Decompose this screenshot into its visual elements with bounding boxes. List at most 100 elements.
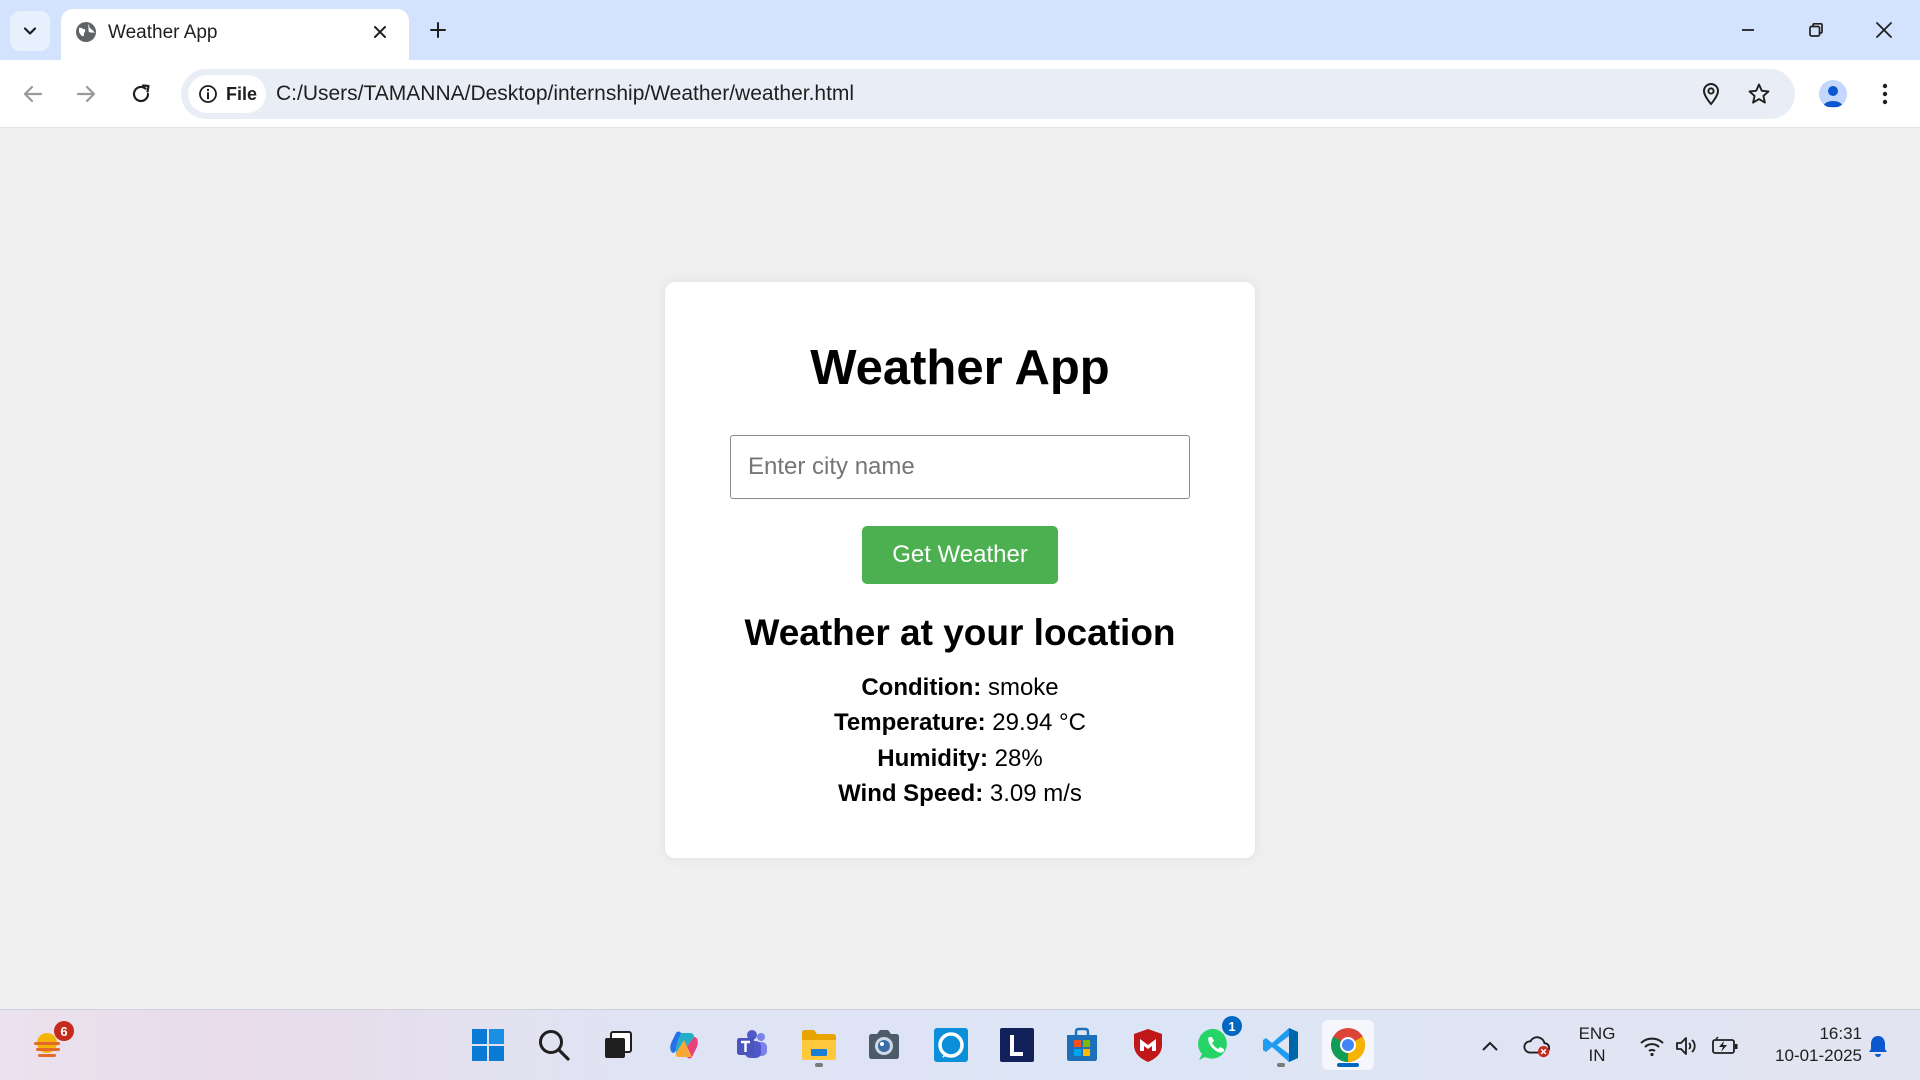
wind-speed-label: Wind Speed: <box>838 780 984 807</box>
get-weather-button[interactable]: Get Weather <box>862 526 1058 584</box>
region-code: IN <box>1588 1046 1606 1065</box>
weather-card: Weather App Get Weather Weather at your … <box>665 282 1255 858</box>
page-title: Weather App <box>810 341 1110 395</box>
wind-speed-value: 3.09 m/s <box>989 780 1082 807</box>
file-explorer-app[interactable] <box>794 1020 844 1070</box>
input-language[interactable]: ENG IN <box>1577 1023 1617 1067</box>
vscode-app[interactable] <box>1256 1020 1306 1070</box>
site-chip-label: File <box>226 83 258 104</box>
clock-date: 10-01-2025 <box>1775 1046 1862 1065</box>
location-pin-icon <box>1702 83 1720 106</box>
volume-status[interactable] <box>1672 1032 1700 1060</box>
alexa-app[interactable] <box>926 1020 976 1070</box>
condition-row: Condition: smoke <box>665 674 1255 702</box>
humidity-row: Humidity: 28% <box>665 745 1255 773</box>
battery-status[interactable] <box>1711 1032 1739 1060</box>
reload-button[interactable] <box>121 74 161 114</box>
camera-app[interactable] <box>859 1020 909 1070</box>
whatsapp-badge: 1 <box>1222 1016 1242 1036</box>
weather-widget[interactable]: 6 <box>22 1020 74 1070</box>
browser-tab[interactable]: Weather App <box>61 9 409 60</box>
condition-value: smoke <box>987 674 1059 701</box>
avatar <box>1819 80 1847 108</box>
tab-strip: Weather App <box>0 0 1920 60</box>
tab-close-button[interactable] <box>367 19 393 45</box>
city-search-input[interactable] <box>730 435 1190 499</box>
store-bag-icon <box>1067 1027 1097 1061</box>
humidity-label: Humidity: <box>877 745 988 772</box>
taskbar: 6 1 ENG IN 16:31 10-01-2025 <box>0 1009 1920 1080</box>
site-info-chip[interactable]: File <box>188 75 266 113</box>
restore-button[interactable] <box>1796 12 1836 48</box>
active-indicator <box>1337 1063 1359 1067</box>
browser-toolbar: File C:/Users/TAMANNA/Desktop/internship… <box>0 60 1920 128</box>
battery-charging-icon <box>1712 1036 1738 1054</box>
more-vertical-icon <box>1882 83 1888 105</box>
show-hidden-icons-button[interactable] <box>1476 1032 1504 1060</box>
wind-speed-row: Wind Speed: 3.09 m/s <box>665 780 1255 808</box>
restore-icon <box>1809 22 1823 37</box>
language-code: ENG <box>1578 1024 1616 1043</box>
wifi-status[interactable] <box>1638 1032 1666 1060</box>
minimize-icon <box>1742 29 1754 31</box>
search-icon <box>539 1030 570 1061</box>
back-button[interactable] <box>13 74 53 114</box>
arrow-right-icon <box>76 85 96 103</box>
close-window-button[interactable] <box>1864 12 1904 48</box>
tab-title: Weather App <box>108 22 218 43</box>
plus-icon <box>430 22 446 38</box>
profile-button[interactable] <box>1813 74 1853 114</box>
person-icon <box>1823 86 1843 107</box>
task-view-button[interactable] <box>593 1020 643 1070</box>
result-heading: Weather at your location <box>744 612 1176 653</box>
globe-icon <box>76 22 96 42</box>
bookmark-button[interactable] <box>1743 78 1775 110</box>
bell-icon <box>1869 1036 1887 1057</box>
arrow-left-icon <box>23 85 43 103</box>
humidity-value: 28% <box>994 745 1043 772</box>
chevron-down-icon <box>23 27 37 35</box>
url-text[interactable]: C:/Users/TAMANNA/Desktop/internship/Weat… <box>276 82 854 106</box>
cloud-error-icon <box>1523 1036 1550 1058</box>
tab-search-button[interactable] <box>10 11 50 51</box>
chevron-up-icon <box>1482 1041 1498 1051</box>
temperature-value: 29.94 °C <box>992 709 1086 736</box>
l-app[interactable] <box>992 1020 1042 1070</box>
forward-button[interactable] <box>66 74 106 114</box>
reload-icon <box>132 84 150 103</box>
windows-logo-icon <box>472 1029 504 1061</box>
onedrive-status[interactable] <box>1523 1032 1551 1060</box>
clock[interactable]: 16:31 10-01-2025 <box>1752 1023 1862 1067</box>
task-view-icon <box>605 1031 632 1058</box>
chrome-app[interactable] <box>1322 1020 1374 1070</box>
close-icon <box>1876 22 1892 38</box>
mcafee-shield-icon <box>1134 1029 1162 1062</box>
chrome-icon <box>1331 1028 1365 1062</box>
new-tab-button[interactable] <box>423 15 453 45</box>
alexa-icon <box>934 1028 968 1062</box>
mcafee-app[interactable] <box>1123 1020 1173 1070</box>
wifi-icon <box>1640 1037 1664 1057</box>
microsoft-store-app[interactable] <box>1057 1020 1107 1070</box>
weather-badge: 6 <box>54 1021 74 1041</box>
teams-app[interactable] <box>727 1020 777 1070</box>
folder-icon <box>802 1030 836 1060</box>
temperature-row: Temperature: 29.94 °C <box>665 709 1255 737</box>
search-button[interactable] <box>529 1020 579 1070</box>
minimize-button[interactable] <box>1728 12 1768 48</box>
browser-menu-button[interactable] <box>1867 74 1903 114</box>
copilot-icon <box>670 1031 698 1059</box>
running-indicator <box>815 1063 823 1067</box>
teams-icon <box>737 1030 767 1058</box>
star-icon <box>1748 83 1770 104</box>
notifications-button[interactable] <box>1864 1032 1892 1060</box>
temperature-label: Temperature: <box>834 709 986 736</box>
speaker-icon <box>1676 1037 1696 1055</box>
l-letter-icon <box>1000 1028 1034 1062</box>
address-bar[interactable]: File C:/Users/TAMANNA/Desktop/internship… <box>181 69 1795 119</box>
start-button[interactable] <box>463 1020 513 1070</box>
vscode-icon <box>1263 1028 1298 1062</box>
whatsapp-app[interactable]: 1 <box>1190 1016 1242 1070</box>
location-button[interactable] <box>1695 78 1727 110</box>
copilot-app[interactable] <box>659 1020 709 1070</box>
